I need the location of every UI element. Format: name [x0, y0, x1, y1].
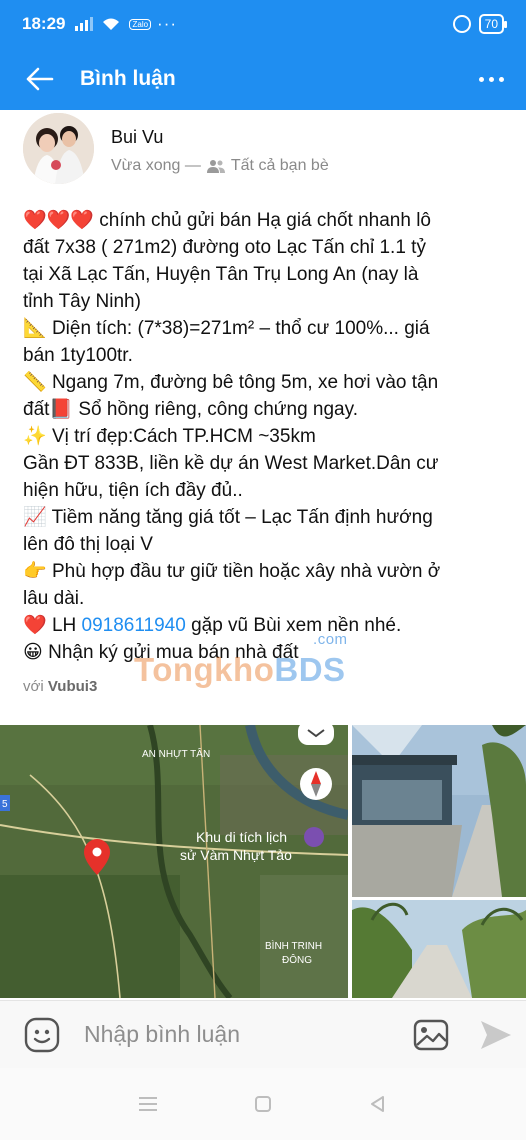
- home-square-icon: [254, 1096, 271, 1112]
- post-line: ❤️ LH 0918611940 gặp vũ Bùi xem nền nhé.: [23, 612, 493, 639]
- system-nav-bar: [0, 1068, 526, 1140]
- post: Bui Vu Vừa xong — Tất cả bạn bè ❤️❤️❤️ c…: [0, 110, 526, 695]
- property-photo-2[interactable]: [352, 900, 526, 998]
- more-icon-dot: [488, 76, 494, 82]
- grin-icon: 😀: [23, 642, 43, 663]
- avatar[interactable]: [23, 113, 94, 184]
- post-line: ✨ Vị trí đẹp:Cách TP.HCM ~35km: [23, 423, 493, 450]
- post-line-text: Ngang 7m, đường bê tông 5m, xe hơi vào t…: [51, 372, 439, 393]
- heart-icon: ❤️❤️❤️: [23, 210, 94, 231]
- property-photo-1[interactable]: [352, 725, 526, 897]
- tagged-friends: với Vubui3: [23, 678, 97, 695]
- map-image[interactable]: AN NHỰT TÂN Khu di tích lịch sử Vàm Nhựt…: [0, 725, 348, 998]
- emoji-button[interactable]: [0, 1001, 84, 1069]
- post-line: 📈 Tiềm năng tăng giá tốt – Lạc Tấn định …: [23, 504, 493, 531]
- more-icon: [478, 76, 484, 82]
- post-line: 👉 Phù hợp đầu tư giữ tiền hoặc xây nhà v…: [23, 558, 493, 585]
- post-line: lâu dài.: [23, 588, 85, 609]
- back-arrow-icon: [26, 67, 54, 91]
- post-content: ❤️❤️❤️ chính chủ gửi bán Hạ giá chốt nha…: [23, 207, 493, 666]
- menu-icon: [138, 1097, 157, 1111]
- send-button[interactable]: [466, 1001, 526, 1069]
- post-privacy: Tất cả bạn bè: [230, 157, 329, 174]
- system-back-button[interactable]: [358, 1084, 398, 1124]
- friends-icon: [206, 160, 225, 173]
- post-line-text: Diện tích: (7*38)=271m² – thổ cư 100%...…: [51, 318, 430, 339]
- post-line-text: Tiềm năng tăng giá tốt – Lạc Tấn định hư…: [51, 507, 433, 528]
- home-button[interactable]: [243, 1084, 283, 1124]
- compass-icon: [300, 768, 332, 800]
- app-header: Bình luận: [0, 48, 526, 110]
- post-line: tỉnh Tây Ninh): [23, 291, 141, 312]
- sparkles-icon: ✨: [23, 426, 47, 447]
- more-notifications-icon: ···: [157, 14, 178, 33]
- post-line-text: đất: [23, 399, 50, 420]
- watermark-suffix: .com: [313, 631, 348, 648]
- ruler-triangle-icon: 📐: [23, 318, 47, 339]
- avatar-image: [23, 113, 94, 184]
- back-button[interactable]: [0, 48, 80, 110]
- post-line-text: Phù hợp đầu tư giữ tiền hoặc xây nhà vườ…: [51, 561, 441, 582]
- map-label-site-2: sử Vàm Nhựt Tảo: [180, 847, 292, 863]
- post-line-text: chính chủ gửi bán Hạ giá chốt nhanh lô: [99, 210, 431, 231]
- page-title: Bình luận: [80, 67, 176, 90]
- post-line-text: Vị trí đẹp:Cách TP.HCM ~35km: [51, 426, 316, 447]
- post-line: đất 7x38 ( 271m2) đường oto Lạc Tấn chỉ …: [23, 237, 426, 258]
- post-line: Gần ĐT 833B, liền kề dự án West Market.D…: [23, 453, 439, 474]
- tagged-name[interactable]: Vubui3: [48, 678, 97, 695]
- phone-link[interactable]: 0918611940: [82, 615, 186, 636]
- post-line: ❤️❤️❤️ chính chủ gửi bán Hạ giá chốt nha…: [23, 207, 493, 234]
- wifi-icon: [103, 18, 120, 30]
- post-line: bán 1ty100tr.: [23, 345, 133, 366]
- emoji-icon: [24, 1017, 60, 1052]
- landmark-icon: [304, 827, 324, 847]
- zalo-notification-icon: Zalo: [129, 18, 152, 30]
- more-icon-dot: [498, 76, 504, 82]
- post-line-text: Sổ hồng riêng, công chứng ngay.: [78, 399, 358, 420]
- map-label-bottom-2: ĐÔNG: [282, 953, 312, 966]
- post-line: đất📕 Sổ hồng riêng, công chứng ngay.: [23, 396, 493, 423]
- image-button[interactable]: [396, 1001, 466, 1069]
- menu-button[interactable]: [128, 1084, 168, 1124]
- signal-icon: [75, 17, 94, 31]
- book-icon: 📕: [49, 399, 74, 420]
- watermark-right: BDS: [274, 651, 346, 688]
- image-icon: [413, 1019, 449, 1050]
- map-label-site-1: Khu di tích lịch: [196, 829, 287, 845]
- map-route-badge: 5: [2, 799, 8, 810]
- post-time: Vừa xong —: [111, 157, 201, 174]
- layers-icon: [298, 725, 334, 745]
- post-author-row: Bui Vu Vừa xong — Tất cả bạn bè: [0, 110, 526, 194]
- tagged-prefix: với: [23, 678, 44, 695]
- send-icon: [481, 1020, 511, 1049]
- heart-icon: ❤️: [23, 615, 47, 636]
- post-line: hiện hữu, tiện ích đầy đủ..: [23, 480, 243, 501]
- watermark: TongkhoBDS .com: [134, 631, 347, 689]
- post-meta: Vừa xong — Tất cả bạn bè: [111, 157, 329, 175]
- watermark-left: Tongkho: [134, 651, 275, 688]
- battery-icon: 70: [478, 14, 508, 34]
- comment-bar: Nhập bình luận: [0, 1000, 526, 1068]
- map-label-top: AN NHỰT TÂN: [142, 747, 210, 760]
- post-line: 📐 Diện tích: (7*38)=271m² – thổ cư 100%.…: [23, 315, 493, 342]
- status-bar: 18:29 Zalo ··· 70: [0, 0, 526, 48]
- alarm-icon: [452, 15, 471, 33]
- post-line: lên đô thị loại V: [23, 534, 153, 555]
- post-line-text: LH: [51, 615, 77, 636]
- author-name[interactable]: Bui Vu: [111, 127, 163, 148]
- ruler-icon: 📏: [23, 372, 47, 393]
- post-line-text: gặp vũ Bùi xem nền nhé.: [191, 615, 402, 636]
- status-time: 18:29: [22, 14, 66, 33]
- back-triangle-icon: [371, 1096, 385, 1112]
- post-line: tại Xã Lạc Tấn, Huyện Tân Trụ Long An (n…: [23, 264, 419, 285]
- map-label-bottom-1: BÌNH TRINH: [265, 939, 322, 952]
- post-line: 📏 Ngang 7m, đường bê tông 5m, xe hơi vào…: [23, 369, 493, 396]
- chart-up-icon: 📈: [23, 507, 47, 528]
- point-right-icon: 👉: [23, 561, 47, 582]
- comment-input[interactable]: Nhập bình luận: [84, 1021, 396, 1048]
- more-button[interactable]: [456, 48, 526, 110]
